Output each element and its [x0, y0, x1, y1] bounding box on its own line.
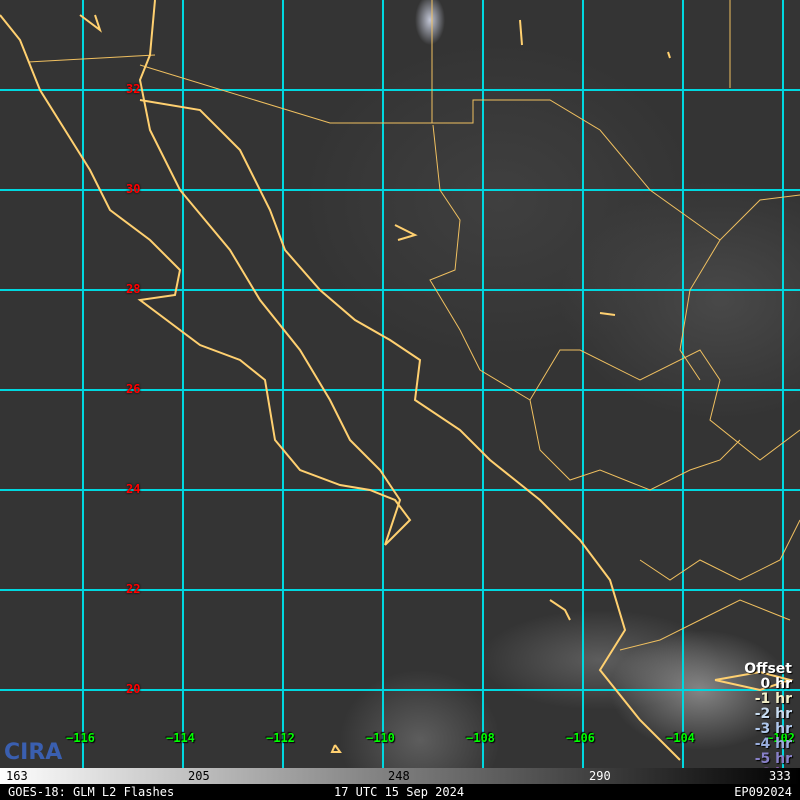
lat-label: 26	[126, 382, 141, 396]
timestamp: 17 UTC 15 Sep 2024	[334, 785, 465, 799]
legend-item: -1 hr	[754, 691, 792, 707]
lon-label: −108	[466, 731, 495, 745]
lat-label: 22	[126, 582, 141, 596]
legend-item: -2 hr	[754, 706, 792, 722]
colorbar-tick: 248	[388, 769, 410, 783]
map-overlay	[0, 0, 800, 768]
lon-label: −110	[366, 731, 395, 745]
legend-title: Offset	[744, 661, 792, 677]
colorbar-tick: 290	[589, 769, 611, 783]
legend-item: -5 hr	[754, 751, 792, 767]
coastline	[0, 0, 794, 761]
lat-label: 24	[126, 482, 141, 496]
legend-item: 0 hr	[760, 676, 793, 692]
colorbar: 163 205 248 290 333	[0, 768, 800, 784]
lat-label: 30	[126, 182, 141, 196]
colorbar-tick: 163	[6, 769, 28, 783]
satellite-map[interactable]: 32 30 28 26 24 22 20 −116 −114 −112 −110 −108 −106 −1…	[0, 0, 800, 782]
lon-label: −106	[566, 731, 595, 745]
lat-label: 20	[126, 682, 141, 696]
colorbar-tick: 333	[769, 769, 791, 783]
lon-label: −112	[266, 731, 295, 745]
offset-legend: Offset 0 hr-1 hr-2 hr-3 hr-4 hr-5 hr-6 h…	[744, 662, 792, 782]
legend-item: -4 hr	[754, 736, 792, 752]
lat-label: 28	[126, 282, 141, 296]
legend-item: -3 hr	[754, 721, 792, 737]
colorbar-tick: 205	[188, 769, 210, 783]
lat-lon-grid	[0, 0, 800, 768]
product-title: GOES-18: GLM L2 Flashes	[8, 785, 175, 799]
lon-label: −104	[666, 731, 695, 745]
storm-id: EP092024	[734, 785, 792, 799]
title-bar: GOES-18: GLM L2 Flashes 17 UTC 15 Sep 20…	[0, 784, 800, 800]
lon-label: −114	[166, 731, 195, 745]
lat-label: 32	[126, 82, 141, 96]
cira-logo: CIRA	[4, 740, 63, 765]
